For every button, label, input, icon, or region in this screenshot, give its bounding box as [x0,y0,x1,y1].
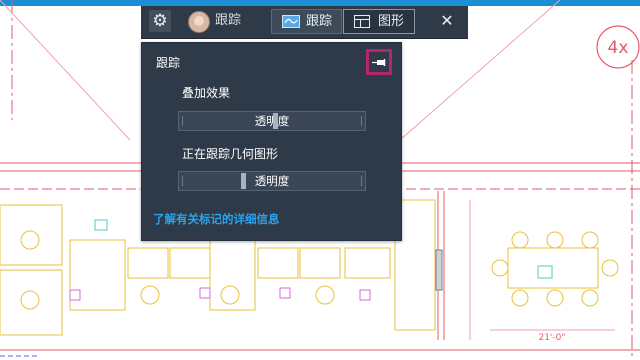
trace-settings-panel: 跟踪 叠加效果 透明度 正在跟踪几何图形 透明度 了解有关标记的详细信息 [141,42,402,241]
tab-shape-label: 图形 [378,14,405,29]
panel-title: 跟踪 [156,56,181,70]
tracing-opacity-label: 透明度 [254,174,290,188]
shape-icon [354,15,370,28]
close-button[interactable]: ✕ [437,11,457,31]
overlay-opacity-slider[interactable]: 透明度 [178,111,366,131]
mode-toggle: 跟踪 图形 [271,9,416,34]
trace-icon [282,15,300,28]
overlay-effect-label: 叠加效果 [182,86,231,100]
pin-panel-button[interactable] [366,49,392,75]
pin-icon [372,59,386,66]
tracing-geometry-label: 正在跟踪几何图形 [182,147,279,161]
avatar-face [194,16,204,26]
tab-trace-label: 跟踪 [306,14,333,29]
tracing-opacity-slider[interactable]: 透明度 [178,171,366,191]
tab-shape[interactable]: 图形 [343,9,415,34]
settings-button[interactable]: ⚙ [149,10,171,32]
marker-label: 4x [608,38,629,58]
dimension-label: 21'-0" [538,333,565,343]
gear-icon: ⚙ [152,11,168,31]
user-label: 跟踪 [215,13,242,28]
overlay-opacity-label: 透明度 [254,114,290,128]
close-icon: ✕ [440,11,454,30]
overlay-opacity-thumb[interactable] [273,113,278,129]
learn-more-link[interactable]: 了解有关标记的详细信息 [153,211,280,227]
markup-toolbar: ⚙ 跟踪 跟踪 图形 ✕ [141,6,468,39]
user-avatar[interactable] [188,11,210,33]
tracing-opacity-thumb[interactable] [241,173,246,189]
tab-trace[interactable]: 跟踪 [271,9,342,34]
